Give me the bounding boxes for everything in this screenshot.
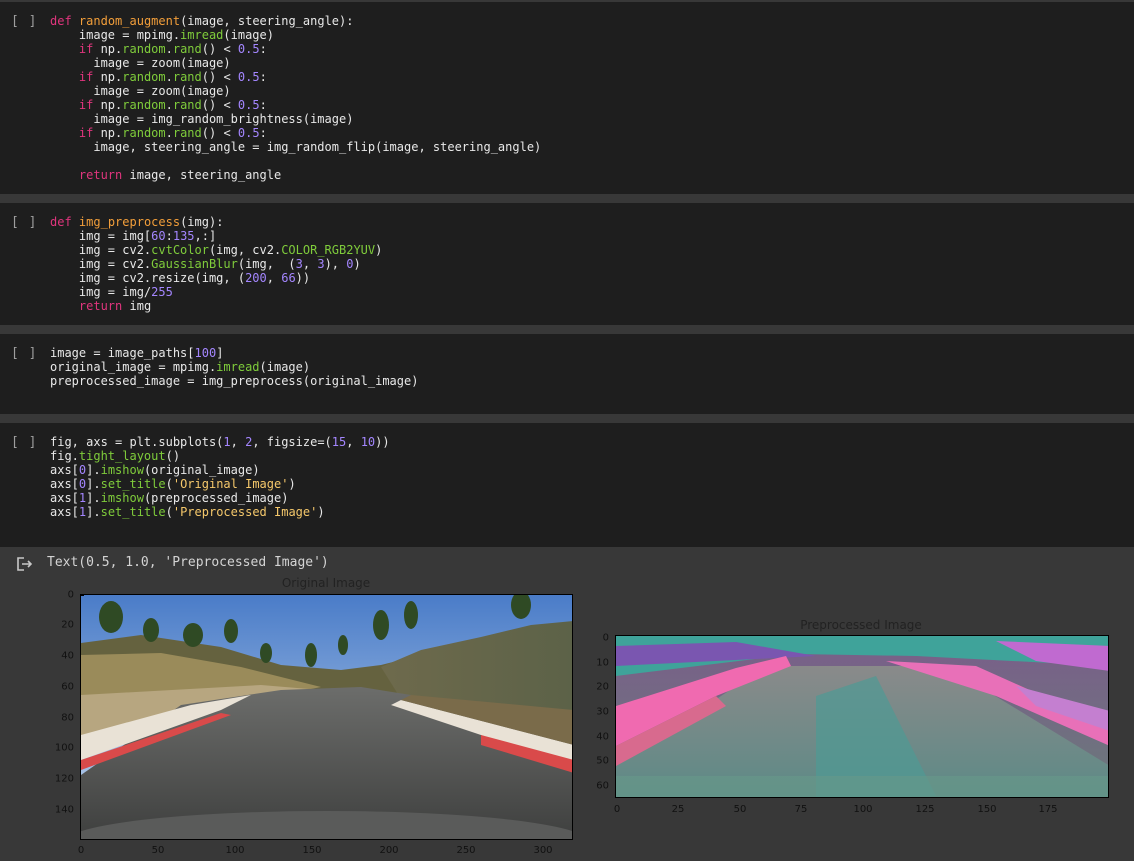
x-tick-label: 250 — [456, 845, 476, 856]
x-tick-label: 300 — [533, 845, 553, 856]
left-plot-title: Original Image — [281, 576, 371, 590]
original-image — [80, 594, 573, 840]
code-cell-2[interactable]: [ ] def img_preprocess(img): img = img[6… — [0, 203, 1134, 325]
y-tick-label: 140 — [54, 804, 74, 816]
code-editor[interactable]: image = image_paths[100] original_image … — [50, 346, 418, 388]
x-tick-label: 175 — [1038, 804, 1058, 815]
original-image-picture — [81, 595, 572, 839]
x-tick-label: 150 — [302, 845, 322, 856]
code-editor[interactable]: def random_augment(image, steering_angle… — [50, 14, 541, 182]
y-tick-label: 30 — [596, 706, 609, 718]
y-tick-label: 60 — [596, 780, 609, 792]
output-text: Text(0.5, 1.0, 'Preprocessed Image') — [47, 555, 329, 570]
run-cell-button[interactable]: [ ] — [11, 346, 37, 361]
code-editor[interactable]: def img_preprocess(img): img = img[60:13… — [50, 215, 382, 313]
y-tick-label: 40 — [596, 731, 609, 743]
code-editor[interactable]: fig, axs = plt.subplots(1, 2, figsize=(1… — [50, 435, 390, 519]
x-tick-label: 125 — [915, 804, 935, 815]
y-tick-label: 80 — [61, 712, 74, 724]
y-tick-label: 0 — [67, 589, 74, 601]
run-cell-button[interactable]: [ ] — [11, 14, 37, 29]
code-cell-4[interactable]: [ ] fig, axs = plt.subplots(1, 2, figsiz… — [0, 423, 1134, 547]
run-cell-button[interactable]: [ ] — [11, 215, 37, 230]
x-tick-label: 25 — [671, 804, 685, 815]
x-tick-label: 100 — [225, 845, 245, 856]
figure-canvas: Original Image 0 20 40 60 80 100 120 140… — [0, 570, 1134, 861]
x-tick-label: 50 — [151, 845, 165, 856]
right-plot-title: Preprocessed Image — [800, 618, 922, 632]
preprocessed-image — [615, 635, 1109, 798]
x-tick-label: 0 — [613, 804, 621, 815]
y-tick-label: 100 — [54, 742, 74, 754]
y-tick-label: 10 — [596, 657, 609, 669]
x-tick-label: 0 — [77, 845, 85, 856]
x-tick-label: 200 — [379, 845, 399, 856]
y-tick-label: 20 — [61, 619, 74, 631]
x-tick-label: 75 — [794, 804, 808, 815]
run-cell-button[interactable]: [ ] — [11, 435, 37, 450]
y-tick-label: 20 — [596, 681, 609, 693]
y-tick-label: 120 — [54, 773, 74, 785]
preprocessed-image-picture — [616, 636, 1108, 797]
y-tick-label: 60 — [61, 681, 74, 693]
y-tick-label: 0 — [602, 632, 609, 644]
y-tick-label: 50 — [596, 755, 609, 767]
x-tick-label: 100 — [853, 804, 873, 815]
y-tick-label: 40 — [61, 650, 74, 662]
x-tick-label: 50 — [733, 804, 747, 815]
code-cell-1[interactable]: [ ] def random_augment(image, steering_a… — [0, 2, 1134, 194]
code-cell-3[interactable]: [ ] image = image_paths[100] original_im… — [0, 334, 1134, 414]
x-tick-label: 150 — [977, 804, 997, 815]
